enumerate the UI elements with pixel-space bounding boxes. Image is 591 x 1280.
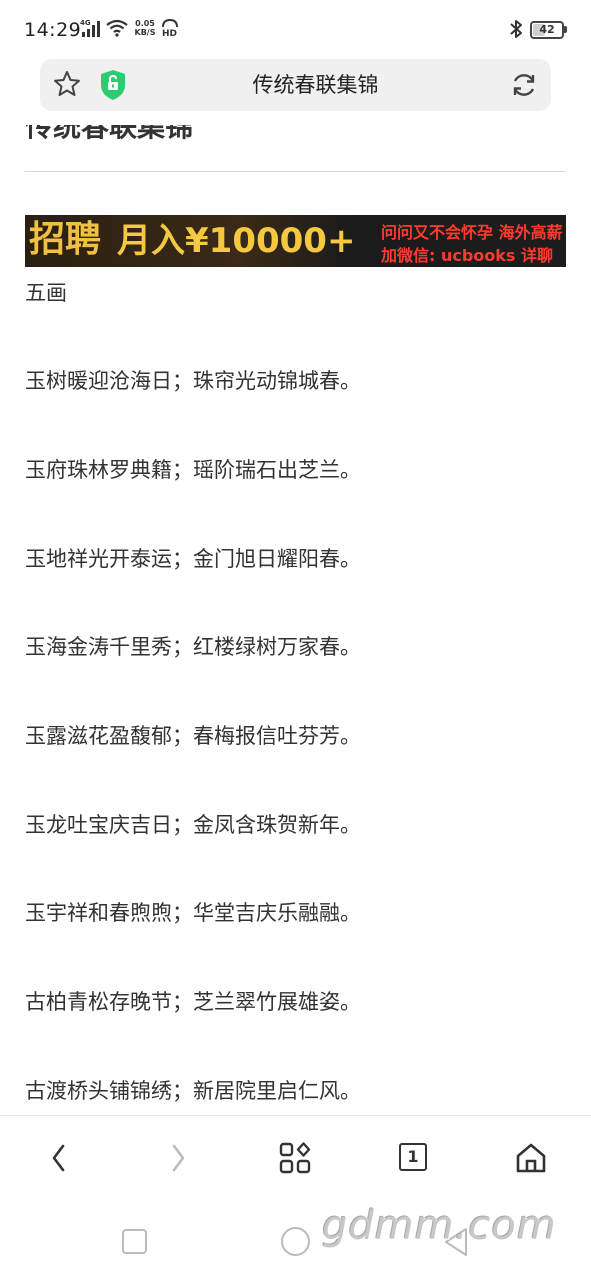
battery-icon: 42 [530, 21, 564, 39]
couplet-line: 玉海金涛千里秀；红楼绿树万家春。 [25, 635, 361, 659]
refresh-icon[interactable] [509, 70, 539, 100]
couplet-line: 玉露滋花盈馥郁；春梅报信吐芬芳。 [25, 724, 361, 748]
bluetooth-icon [510, 20, 522, 38]
couplet-line: 古渡桥头铺锦绣；新居院里启仁风。 [25, 1079, 361, 1103]
couplet-line: 玉树暖迎沧海日；珠帘光动锦城春。 [25, 369, 361, 393]
ad-banner[interactable]: 招聘 月入¥10000+ 问问又不会怀孕 海外高薪 加微信: ucbooks 详… [25, 215, 566, 267]
system-navigation-bar: gdmm.com [0, 1203, 591, 1280]
battery-tip [564, 26, 567, 33]
ad-line-1: 问问又不会怀孕 海外高薪 [381, 223, 563, 242]
browser-screen: 14:29 4G 0.05 KB/S HD 42 传统春联集锦 传统春联集锦 招… [0, 0, 591, 1280]
status-time: 14:29 [24, 19, 82, 41]
home-icon[interactable] [514, 1141, 548, 1175]
tab-count: 1 [407, 1147, 419, 1166]
ad-main-text: 月入¥10000+ [117, 221, 356, 261]
battery-level: 42 [539, 23, 555, 36]
network-speed: 0.05 KB/S [132, 19, 158, 37]
tabs-icon: 1 [399, 1143, 427, 1171]
network-speed-unit: KB/S [134, 28, 156, 37]
article-heading: 传统春联集锦 [25, 125, 194, 143]
ad-line-2: 加微信: ucbooks 详聊 [381, 246, 554, 265]
tabs-button[interactable]: 1 [396, 1141, 430, 1175]
ad-recruit-text: 招聘 [29, 218, 102, 260]
couplet-line: 玉龙吐宝庆吉日；金凤含珠贺新年。 [25, 813, 361, 837]
system-home-icon[interactable] [281, 1227, 310, 1256]
security-shield-icon[interactable] [99, 69, 127, 101]
couplet-line: 玉府珠林罗典籍；瑶阶瑞石出芝兰。 [25, 458, 361, 482]
cellular-signal-icon: 4G [80, 19, 100, 37]
network-speed-value: 0.05 [135, 19, 155, 28]
watermark: gdmm.com [322, 1203, 557, 1249]
section-label: 五画 [25, 281, 67, 305]
couplet-line: 玉地祥光开泰运；金门旭日耀阳春。 [25, 547, 361, 571]
recent-apps-icon[interactable] [122, 1229, 147, 1254]
page-content[interactable]: 传统春联集锦 招聘 月入¥10000+ 问问又不会怀孕 海外高薪 加微信: uc… [0, 125, 591, 1115]
heading-divider [25, 171, 566, 172]
svg-text:HD: HD [162, 29, 177, 37]
hd-call-icon: HD [162, 19, 178, 37]
forward-icon[interactable] [160, 1141, 194, 1175]
couplet-line: 古柏青松存晚节；芝兰翠竹展雄姿。 [25, 990, 361, 1014]
couplet-line: 玉宇祥和春煦煦；华堂吉庆乐融融。 [25, 901, 361, 925]
signal-label: 4G [80, 19, 91, 27]
menu-grid-icon[interactable] [278, 1141, 312, 1175]
back-icon[interactable] [43, 1141, 77, 1175]
wifi-icon [106, 19, 128, 37]
bookmark-star-icon[interactable] [52, 69, 82, 99]
page-title-in-address-bar[interactable]: 传统春联集锦 [140, 59, 491, 111]
browser-toolbar: 1 [0, 1115, 591, 1203]
status-bar: 14:29 4G 0.05 KB/S HD 42 [0, 0, 591, 60]
address-bar[interactable]: 传统春联集锦 [40, 59, 551, 111]
